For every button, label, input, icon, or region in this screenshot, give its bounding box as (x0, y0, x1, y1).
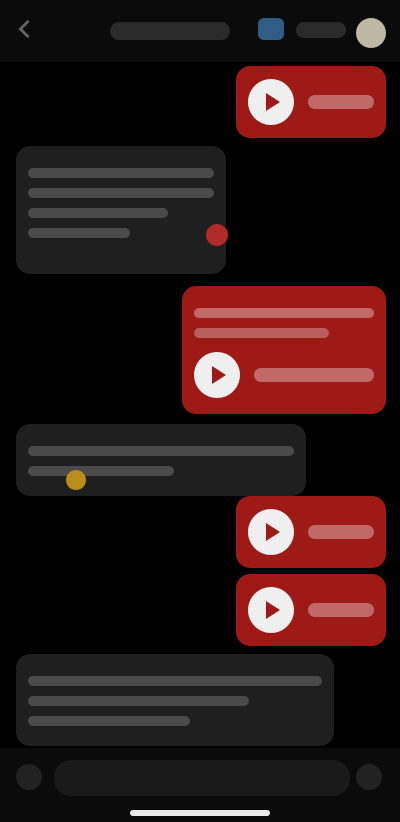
message-voice-outgoing[interactable] (236, 574, 386, 646)
text-line (28, 466, 175, 476)
mic-icon[interactable] (356, 764, 382, 790)
message-text-incoming (16, 654, 334, 746)
text-line (28, 208, 168, 218)
text-line (28, 716, 190, 726)
text-line (28, 676, 322, 686)
message-voice-outgoing[interactable] (236, 496, 386, 568)
plus-icon[interactable] (16, 764, 42, 790)
play-icon[interactable] (248, 587, 294, 633)
text-line (194, 328, 329, 338)
emoji-icon (66, 470, 86, 490)
top-bar (0, 0, 400, 62)
text-line (28, 696, 249, 706)
home-indicator (130, 810, 270, 816)
waveform (308, 95, 374, 109)
message-voice-outgoing[interactable] (236, 66, 386, 138)
waveform (308, 525, 374, 539)
play-icon[interactable] (248, 79, 294, 125)
play-icon[interactable] (194, 352, 240, 398)
play-icon[interactable] (248, 509, 294, 555)
text-line (28, 168, 214, 178)
text-line (28, 228, 131, 238)
message-text-incoming (16, 424, 306, 496)
header-action[interactable] (296, 22, 346, 38)
text-line (28, 446, 294, 456)
text-line (28, 188, 214, 198)
back-chevron-icon[interactable] (14, 18, 36, 40)
status-icon[interactable] (258, 18, 284, 40)
chat-title[interactable] (110, 22, 230, 40)
text-line (194, 308, 374, 318)
message-input[interactable] (54, 760, 350, 796)
waveform (308, 603, 374, 617)
waveform (254, 368, 374, 382)
emoji-icon (206, 224, 228, 246)
message-text-incoming (16, 146, 226, 274)
avatar[interactable] (356, 18, 386, 48)
voice-row (182, 348, 386, 410)
message-voice-text-outgoing[interactable] (182, 286, 386, 414)
